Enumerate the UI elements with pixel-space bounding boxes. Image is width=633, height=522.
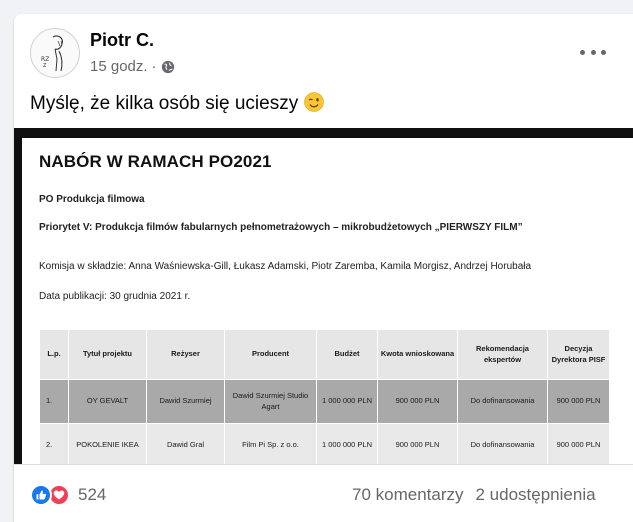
wink-emoji-icon <box>303 92 324 112</box>
document-commission: Komisja w składzie: Anna Waśniewska-Gill… <box>39 261 532 272</box>
thumbs-up-icon <box>36 490 47 500</box>
post-header: RZ Z Piotr C. 15 godz. · <box>14 14 633 94</box>
table-header: Decyzja Dyrektora PISF <box>547 329 610 380</box>
globe-icon[interactable] <box>161 60 175 74</box>
author-name[interactable]: Piotr C. <box>90 30 154 51</box>
svg-text:RZ: RZ <box>41 56 49 63</box>
heart-icon <box>53 490 65 500</box>
table-cell: POKOLENIE IKEA <box>68 423 147 464</box>
table-row: 2. POKOLENIE IKEA Dawid Gral Film Pi Sp.… <box>39 423 610 464</box>
table-cell: 1 000 000 PLN <box>316 379 378 424</box>
table-cell: Dawid Gral <box>146 423 225 464</box>
table-header: Tytuł projektu <box>68 329 147 380</box>
table-cell: Do dofinansowania <box>457 379 548 424</box>
table-cell: OY GEVALT <box>68 379 147 424</box>
table-header: Reżyser <box>146 329 225 380</box>
document-publication-date: Data publikacji: 30 grudnia 2021 r. <box>39 291 191 302</box>
document-priority: Priorytet V: Produkcja filmów fabularnyc… <box>39 222 523 233</box>
post-meta: 15 godz. · <box>90 58 175 75</box>
table-row: 1. OY GEVALT Dawid Szurmiej Dawid Szurmi… <box>39 379 610 424</box>
table-header: Kwota wnioskowana <box>377 329 458 380</box>
post-card: RZ Z Piotr C. 15 godz. · Myślę, że kilka… <box>14 14 633 522</box>
reactions-summary[interactable]: 524 <box>30 484 106 506</box>
post-image[interactable]: NABÓR W RAMACH PO2021 PO Produkcja filmo… <box>14 128 633 464</box>
engagement-stats: 70 komentarzy 2 udostępnienia <box>352 485 596 505</box>
table-header: Producent <box>224 329 317 380</box>
document-title: NABÓR W RAMACH PO2021 <box>39 152 272 171</box>
results-table: L.p. Tytuł projektu Reżyser Producent Bu… <box>39 329 610 464</box>
post-message: Myślę, że kilka osób się ucieszy <box>30 92 324 115</box>
svg-text:Z: Z <box>43 63 47 69</box>
comments-count[interactable]: 70 komentarzy <box>352 485 464 505</box>
more-options-icon <box>601 49 606 55</box>
table-cell: Do dofinansowania <box>457 423 548 464</box>
table-header: Rekomendacja ekspertów <box>457 329 548 380</box>
table-cell: 900 000 PLN <box>547 423 610 464</box>
shares-count[interactable]: 2 udostępnienia <box>476 485 596 505</box>
avatar-sketch-icon: RZ Z <box>41 35 63 72</box>
post-time[interactable]: 15 godz. <box>90 58 148 75</box>
document-program: PO Produkcja filmowa <box>39 194 145 205</box>
table-cell: Dawid Szurmiej <box>146 379 225 424</box>
divider <box>14 464 633 465</box>
table-header-row: L.p. Tytuł projektu Reżyser Producent Bu… <box>39 329 610 380</box>
table-cell: Dawid Szurmiej Studio Agart <box>224 379 317 424</box>
table-cell: 2. <box>39 423 69 464</box>
table-cell: 900 000 PLN <box>377 379 458 424</box>
more-options-icon <box>590 49 596 55</box>
table-cell: 900 000 PLN <box>377 423 458 464</box>
post-text: Myślę, że kilka osób się ucieszy <box>30 93 299 114</box>
table-header: L.p. <box>39 329 69 380</box>
like-icon <box>30 484 52 506</box>
reaction-count: 524 <box>78 485 107 504</box>
avatar[interactable]: RZ Z <box>30 28 80 78</box>
table-header: Budżet <box>316 329 378 380</box>
table-cell: 1 000 000 PLN <box>316 423 378 464</box>
table-cell: 1. <box>39 379 69 424</box>
table-cell: 900 000 PLN <box>547 379 610 424</box>
more-options-button[interactable] <box>580 42 606 62</box>
meta-separator: · <box>151 58 157 75</box>
document-screenshot: NABÓR W RAMACH PO2021 PO Produkcja filmo… <box>22 138 633 464</box>
more-options-icon <box>580 49 585 55</box>
table-cell: Film Pi Sp. z o.o. <box>224 423 317 464</box>
